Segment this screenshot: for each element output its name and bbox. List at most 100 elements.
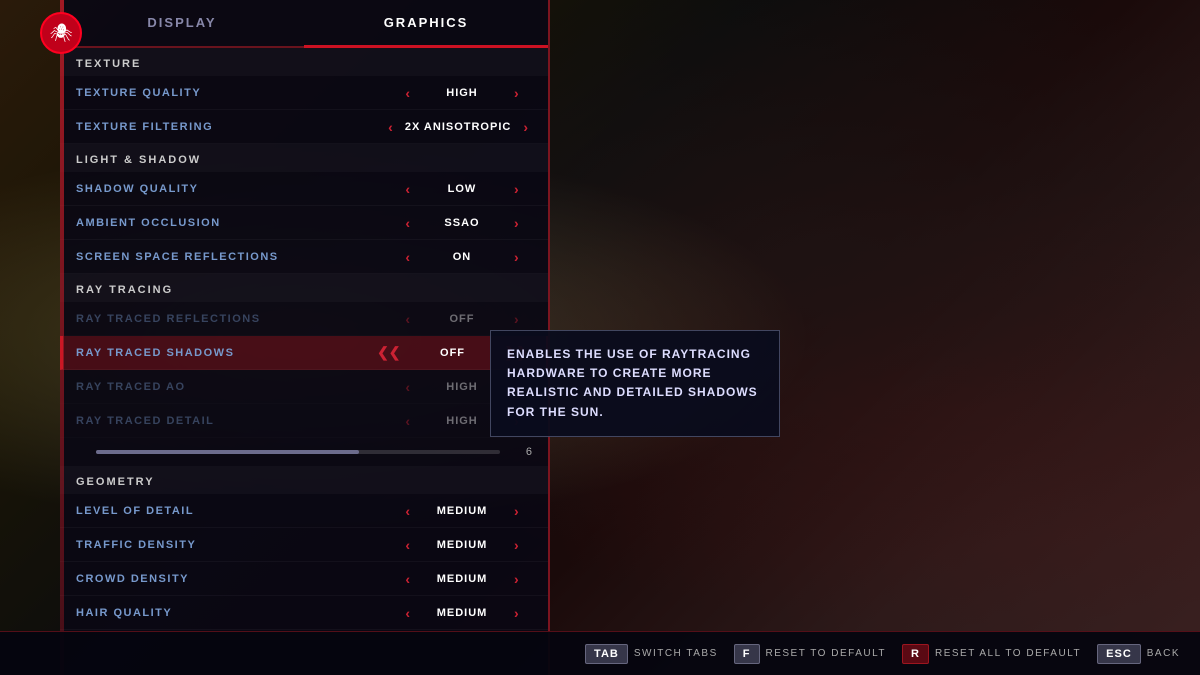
hair-quality-right[interactable]: › bbox=[510, 605, 523, 621]
texture-quality-controls: ‹ HIGH › bbox=[392, 85, 532, 101]
hair-quality-controls: ‹ MEDIUM › bbox=[392, 605, 532, 621]
crowd-density-value: MEDIUM bbox=[422, 573, 502, 585]
rt-ao-label: RAY TRACED AO bbox=[76, 381, 392, 393]
screen-space-reflections-label: SCREEN SPACE REFLECTIONS bbox=[76, 251, 392, 263]
texture-filtering-left[interactable]: ‹ bbox=[384, 119, 397, 135]
setting-row-rt-shadows[interactable]: RAY TRACED SHADOWS ❮❮ OFF ❯❯ bbox=[60, 336, 548, 370]
spider-icon: 🕷 bbox=[50, 24, 73, 42]
shadow-quality-right[interactable]: › bbox=[510, 181, 523, 197]
rt-reflections-right[interactable]: › bbox=[510, 311, 523, 327]
setting-row-shadow-quality[interactable]: SHADOW QUALITY ‹ LOW › bbox=[60, 172, 548, 206]
section-header-geometry: GEOMETRY bbox=[60, 466, 548, 494]
level-of-detail-right[interactable]: › bbox=[510, 503, 523, 519]
setting-row-hair-quality[interactable]: HAIR QUALITY ‹ MEDIUM › bbox=[60, 596, 548, 630]
section-header-light-shadow: LIGHT & SHADOW bbox=[60, 144, 548, 172]
tab-graphics[interactable]: GRAPHICS bbox=[304, 0, 548, 48]
rt-reflections-left[interactable]: ‹ bbox=[401, 311, 414, 327]
hint-reset-all: R RESET ALL TO DEFAULT bbox=[902, 644, 1081, 664]
tabs-container: DISPLAY GRAPHICS bbox=[60, 0, 548, 48]
texture-quality-value: HIGH bbox=[422, 87, 502, 99]
tooltip-text: ENABLES THE USE OF RAYTRACING HARDWARE T… bbox=[507, 347, 758, 419]
rt-slider-value: 6 bbox=[512, 446, 532, 458]
rt-slider-fill bbox=[96, 450, 359, 454]
key-tab: TAB bbox=[585, 644, 628, 664]
shadow-quality-left[interactable]: ‹ bbox=[401, 181, 414, 197]
section-header-ray-tracing: RAY TRACING bbox=[60, 274, 548, 302]
traffic-density-left[interactable]: ‹ bbox=[401, 537, 414, 553]
shadow-quality-value: LOW bbox=[422, 183, 502, 195]
texture-filtering-controls: ‹ 2X ANISOTROPIC › bbox=[384, 119, 532, 135]
texture-filtering-right[interactable]: › bbox=[519, 119, 532, 135]
tab-display[interactable]: DISPLAY bbox=[60, 0, 304, 48]
hair-quality-label: HAIR QUALITY bbox=[76, 607, 392, 619]
ambient-occlusion-label: AMBIENT OCCLUSION bbox=[76, 217, 392, 229]
shadow-quality-controls: ‹ LOW › bbox=[392, 181, 532, 197]
level-of-detail-controls: ‹ MEDIUM › bbox=[392, 503, 532, 519]
setting-row-traffic-density[interactable]: TRAFFIC DENSITY ‹ MEDIUM › bbox=[60, 528, 548, 562]
setting-row-level-of-detail[interactable]: LEVEL OF DETAIL ‹ MEDIUM › bbox=[60, 494, 548, 528]
shadow-quality-label: SHADOW QUALITY bbox=[76, 183, 392, 195]
hint-back: ESC BACK bbox=[1097, 644, 1180, 664]
ambient-occlusion-controls: ‹ SSAO › bbox=[392, 215, 532, 231]
hair-quality-left[interactable]: ‹ bbox=[401, 605, 414, 621]
rt-reflections-label: RAY TRACED REFLECTIONS bbox=[76, 313, 392, 325]
bottom-bar: TAB SWITCH TABS F RESET TO DEFAULT R RES… bbox=[0, 631, 1200, 675]
rt-shadows-label: RAY TRACED SHADOWS bbox=[76, 347, 373, 359]
hint-reset-label: RESET TO DEFAULT bbox=[766, 648, 887, 659]
rt-detail-label: RAY TRACED DETAIL bbox=[76, 415, 392, 427]
key-r: R bbox=[902, 644, 929, 664]
texture-filtering-label: TEXTURE FILTERING bbox=[76, 121, 384, 133]
setting-row-crowd-density[interactable]: CROWD DENSITY ‹ MEDIUM › bbox=[60, 562, 548, 596]
rt-ao-left[interactable]: ‹ bbox=[401, 379, 414, 395]
setting-row-ambient-occlusion[interactable]: AMBIENT OCCLUSION ‹ SSAO › bbox=[60, 206, 548, 240]
key-f: F bbox=[734, 644, 760, 664]
texture-filtering-value: 2X ANISOTROPIC bbox=[405, 121, 512, 133]
traffic-density-label: TRAFFIC DENSITY bbox=[76, 539, 392, 551]
texture-quality-right[interactable]: › bbox=[510, 85, 523, 101]
hint-back-label: BACK bbox=[1147, 648, 1180, 659]
rt-reflections-value: OFF bbox=[422, 313, 502, 325]
rt-shadows-value: OFF bbox=[413, 347, 493, 359]
level-of-detail-label: LEVEL OF DETAIL bbox=[76, 505, 392, 517]
setting-row-screen-space-reflections[interactable]: SCREEN SPACE REFLECTIONS ‹ ON › bbox=[60, 240, 548, 274]
level-of-detail-value: MEDIUM bbox=[422, 505, 502, 517]
screen-space-reflections-controls: ‹ ON › bbox=[392, 249, 532, 265]
left-accent-bar bbox=[60, 0, 64, 675]
rt-detail-left[interactable]: ‹ bbox=[401, 413, 414, 429]
crowd-density-left[interactable]: ‹ bbox=[401, 571, 414, 587]
setting-row-rt-ao[interactable]: RAY TRACED AO ‹ HIGH › bbox=[60, 370, 548, 404]
settings-area[interactable]: TEXTURE TEXTURE QUALITY ‹ HIGH › TEXTURE… bbox=[60, 48, 548, 631]
rt-slider-row[interactable]: 6 bbox=[60, 438, 548, 466]
key-esc: ESC bbox=[1097, 644, 1141, 664]
screen-space-reflections-right[interactable]: › bbox=[510, 249, 523, 265]
texture-quality-label: TEXTURE QUALITY bbox=[76, 87, 392, 99]
setting-row-rt-detail[interactable]: RAY TRACED DETAIL ‹ HIGH › bbox=[60, 404, 548, 438]
screen-space-reflections-left[interactable]: ‹ bbox=[401, 249, 414, 265]
rt-slider-track[interactable] bbox=[96, 450, 500, 454]
setting-row-texture-quality[interactable]: TEXTURE QUALITY ‹ HIGH › bbox=[60, 76, 548, 110]
menu-panel: DISPLAY GRAPHICS TEXTURE TEXTURE QUALITY… bbox=[60, 0, 550, 675]
traffic-density-controls: ‹ MEDIUM › bbox=[392, 537, 532, 553]
hint-reset: F RESET TO DEFAULT bbox=[734, 644, 886, 664]
spiderman-logo: 🕷 bbox=[40, 12, 82, 54]
hair-quality-value: MEDIUM bbox=[422, 607, 502, 619]
setting-row-rt-reflections[interactable]: RAY TRACED REFLECTIONS ‹ OFF › bbox=[60, 302, 548, 336]
texture-quality-left[interactable]: ‹ bbox=[401, 85, 414, 101]
hint-tab: TAB SWITCH TABS bbox=[585, 644, 718, 664]
level-of-detail-left[interactable]: ‹ bbox=[401, 503, 414, 519]
tooltip-box: ENABLES THE USE OF RAYTRACING HARDWARE T… bbox=[490, 330, 780, 437]
hint-reset-all-label: RESET ALL TO DEFAULT bbox=[935, 648, 1081, 659]
crowd-density-right[interactable]: › bbox=[510, 571, 523, 587]
traffic-density-value: MEDIUM bbox=[422, 539, 502, 551]
crowd-density-controls: ‹ MEDIUM › bbox=[392, 571, 532, 587]
section-header-texture: TEXTURE bbox=[60, 48, 548, 76]
screen-space-reflections-value: ON bbox=[422, 251, 502, 263]
rt-reflections-controls: ‹ OFF › bbox=[392, 311, 532, 327]
traffic-density-right[interactable]: › bbox=[510, 537, 523, 553]
crowd-density-label: CROWD DENSITY bbox=[76, 573, 392, 585]
setting-row-texture-filtering[interactable]: TEXTURE FILTERING ‹ 2X ANISOTROPIC › bbox=[60, 110, 548, 144]
ambient-occlusion-left[interactable]: ‹ bbox=[401, 215, 414, 231]
ambient-occlusion-right[interactable]: › bbox=[510, 215, 523, 231]
rt-shadows-left[interactable]: ❮❮ bbox=[373, 344, 404, 361]
hint-tab-label: SWITCH TABS bbox=[634, 648, 718, 659]
